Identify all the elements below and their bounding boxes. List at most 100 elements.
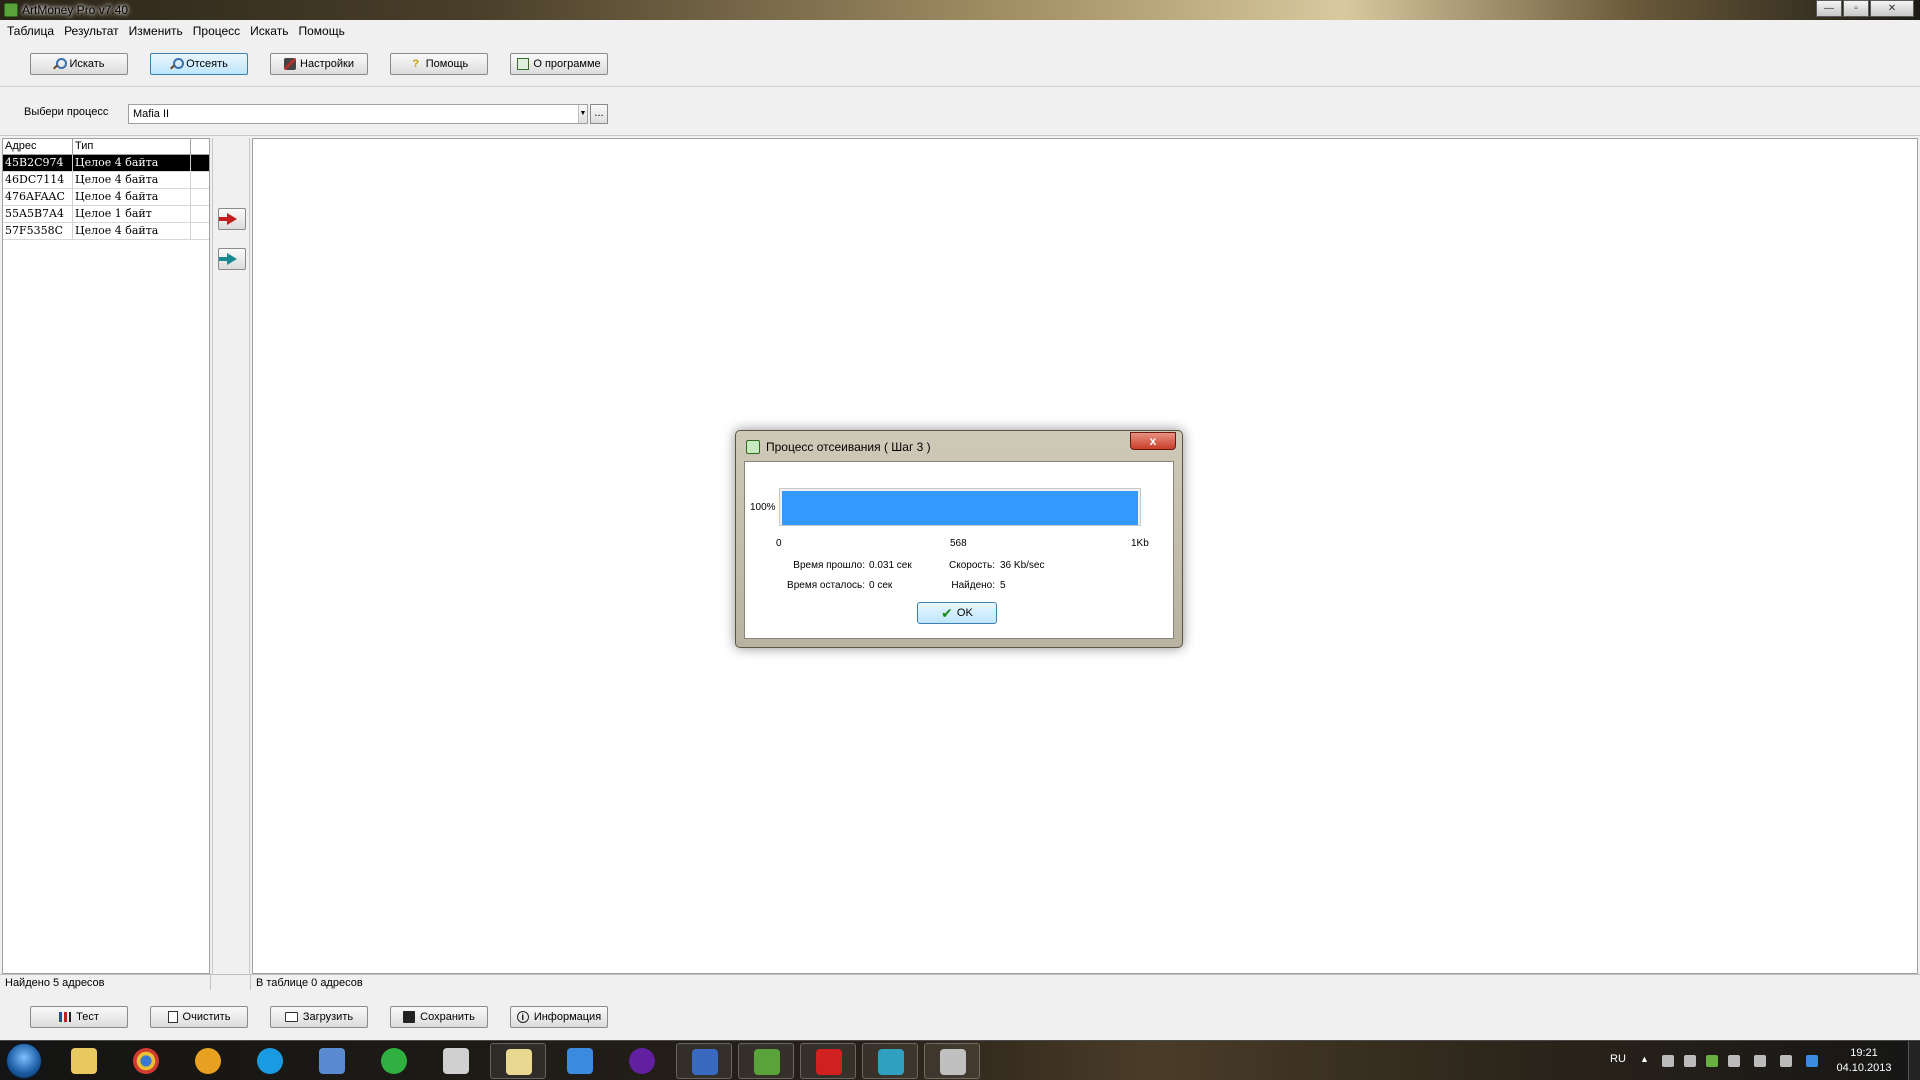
menu-result[interactable]: Результат xyxy=(59,20,124,42)
table-row[interactable]: 45B2C974 Целое 4 байта xyxy=(3,155,209,172)
network-icon[interactable] xyxy=(1780,1055,1792,1067)
taskbar-app-paint[interactable] xyxy=(428,1043,484,1079)
taskbar-app-games[interactable] xyxy=(862,1043,918,1079)
taskbar-app-chrome[interactable] xyxy=(118,1043,174,1079)
found-label: Найдено: xyxy=(951,580,995,591)
mail-agent-icon xyxy=(381,1048,407,1074)
taskbar-app-media[interactable] xyxy=(614,1043,670,1079)
search-button[interactable]: Искать xyxy=(30,53,128,75)
show-desktop-button[interactable] xyxy=(1908,1041,1920,1080)
header-type[interactable]: Тип xyxy=(73,139,191,154)
tray-icon[interactable] xyxy=(1662,1055,1674,1067)
about-button-label: О программе xyxy=(533,58,601,70)
about-icon xyxy=(517,58,530,70)
info-button[interactable]: i Информация xyxy=(510,1006,608,1028)
row-type: Целое 4 байта xyxy=(73,172,191,188)
clock[interactable]: 19:21 04.10.2013 xyxy=(1834,1046,1894,1076)
filter-button[interactable]: Отсеять xyxy=(150,53,248,75)
filter-progress-dialog: Процесс отсеивания ( Шаг 3 ) x 100% 0 56… xyxy=(735,430,1183,648)
folder-icon xyxy=(506,1049,532,1075)
close-button[interactable]: ✕ xyxy=(1870,0,1914,17)
toolbar: Искать Отсеять Настройки ? Помощь О прог… xyxy=(0,42,1920,87)
dialog-app-icon xyxy=(746,440,760,454)
taskbar-app-mail[interactable] xyxy=(366,1043,422,1079)
table-row[interactable]: 55A5B7A4 Целое 1 байт xyxy=(3,206,209,223)
browse-process-button[interactable]: ... xyxy=(590,104,608,124)
dialog-close-button[interactable]: x xyxy=(1130,432,1176,450)
taskbar-app-word[interactable] xyxy=(676,1043,732,1079)
tray-icon[interactable] xyxy=(1684,1055,1696,1067)
menu-table[interactable]: Таблица xyxy=(2,20,59,42)
process-select[interactable]: Mafia II xyxy=(128,104,588,124)
elapsed-value: 0.031 сек xyxy=(869,560,912,571)
about-button[interactable]: О программе xyxy=(510,53,608,75)
start-button[interactable] xyxy=(6,1043,42,1079)
tray-expand-icon[interactable]: ▲ xyxy=(1640,1054,1649,1064)
chart-icon xyxy=(59,1012,72,1022)
menu-search[interactable]: Искать xyxy=(245,20,293,42)
volume-icon[interactable] xyxy=(1754,1055,1766,1067)
found-addresses-list[interactable]: Адрес Тип 45B2C974 Целое 4 байта 46DC711… xyxy=(2,138,210,974)
taskbar-app-opera[interactable] xyxy=(800,1043,856,1079)
search-icon xyxy=(53,58,68,70)
row-type: Целое 4 байта xyxy=(73,155,191,171)
load-button[interactable]: Загрузить xyxy=(270,1006,368,1028)
taskbar-app-folder[interactable] xyxy=(490,1043,546,1079)
taskbar-app-aimp[interactable] xyxy=(180,1043,236,1079)
taskbar-app-explorer[interactable] xyxy=(56,1043,112,1079)
remaining-value: 0 сек xyxy=(869,580,893,591)
calculator-icon xyxy=(940,1049,966,1075)
save-button[interactable]: Сохранить xyxy=(390,1006,488,1028)
transfer-selected-button[interactable] xyxy=(218,208,246,230)
row-type: Целое 4 байта xyxy=(73,189,191,205)
found-value: 5 xyxy=(1000,580,1006,591)
test-button[interactable]: Тест xyxy=(30,1006,128,1028)
taskbar-app-artmoney[interactable] xyxy=(738,1043,794,1079)
language-indicator[interactable]: RU xyxy=(1610,1053,1626,1065)
process-select-arrow[interactable]: ▼ xyxy=(578,105,587,123)
taskbar-app-downloads[interactable] xyxy=(304,1043,360,1079)
settings-button[interactable]: Настройки xyxy=(270,53,368,75)
dropbox-tray-icon[interactable] xyxy=(1806,1055,1818,1067)
transfer-column xyxy=(212,138,250,974)
game-icon xyxy=(878,1049,904,1075)
maximize-button[interactable]: ▫ xyxy=(1843,0,1869,17)
nvidia-icon[interactable] xyxy=(1706,1055,1718,1067)
speed-label: Скорость: xyxy=(949,560,995,571)
taskbar-app-skype[interactable] xyxy=(242,1043,298,1079)
taskbar-app-dropbox[interactable] xyxy=(552,1043,608,1079)
info-button-label: Информация xyxy=(533,1011,602,1023)
aimp-icon xyxy=(195,1048,221,1074)
settings-button-label: Настройки xyxy=(300,58,354,70)
folder-icon xyxy=(284,1012,298,1022)
window-title: ArtMoney Pro v7.40 xyxy=(22,3,129,17)
tray-icon[interactable] xyxy=(1728,1055,1740,1067)
table-row[interactable]: 57F5358C Целое 4 байта xyxy=(3,223,209,240)
table-row[interactable]: 46DC7114 Целое 4 байта xyxy=(3,172,209,189)
title-bar: ArtMoney Pro v7.40 — ▫ ✕ xyxy=(0,0,1920,20)
word-icon xyxy=(692,1049,718,1075)
clear-button[interactable]: Очистить xyxy=(150,1006,248,1028)
menu-help[interactable]: Помощь xyxy=(293,20,349,42)
transfer-all-button[interactable] xyxy=(218,248,246,270)
row-address: 46DC7114 xyxy=(3,172,73,188)
clock-time: 19:21 xyxy=(1850,1047,1878,1059)
dropbox-icon xyxy=(567,1048,593,1074)
progress-tick-start: 0 xyxy=(776,538,782,549)
header-address[interactable]: Адрес xyxy=(3,139,73,154)
row-address: 57F5358C xyxy=(3,223,73,239)
help-button[interactable]: ? Помощь xyxy=(390,53,488,75)
menu-edit[interactable]: Изменить xyxy=(124,20,188,42)
dialog-title: Процесс отсеивания ( Шаг 3 ) xyxy=(766,440,931,454)
filter-icon xyxy=(170,58,185,70)
minimize-button[interactable]: — xyxy=(1816,0,1842,17)
clock-date: 04.10.2013 xyxy=(1836,1062,1892,1074)
row-type: Целое 4 байта xyxy=(73,223,191,239)
menu-process[interactable]: Процесс xyxy=(188,20,245,42)
ok-button[interactable]: ✔ OK xyxy=(917,602,997,624)
chrome-icon xyxy=(133,1048,159,1074)
taskbar: RU ▲ 19:21 04.10.2013 xyxy=(0,1040,1920,1080)
media-player-icon xyxy=(629,1048,655,1074)
table-row[interactable]: 476AFAAC Целое 4 байта xyxy=(3,189,209,206)
taskbar-app-calc[interactable] xyxy=(924,1043,980,1079)
